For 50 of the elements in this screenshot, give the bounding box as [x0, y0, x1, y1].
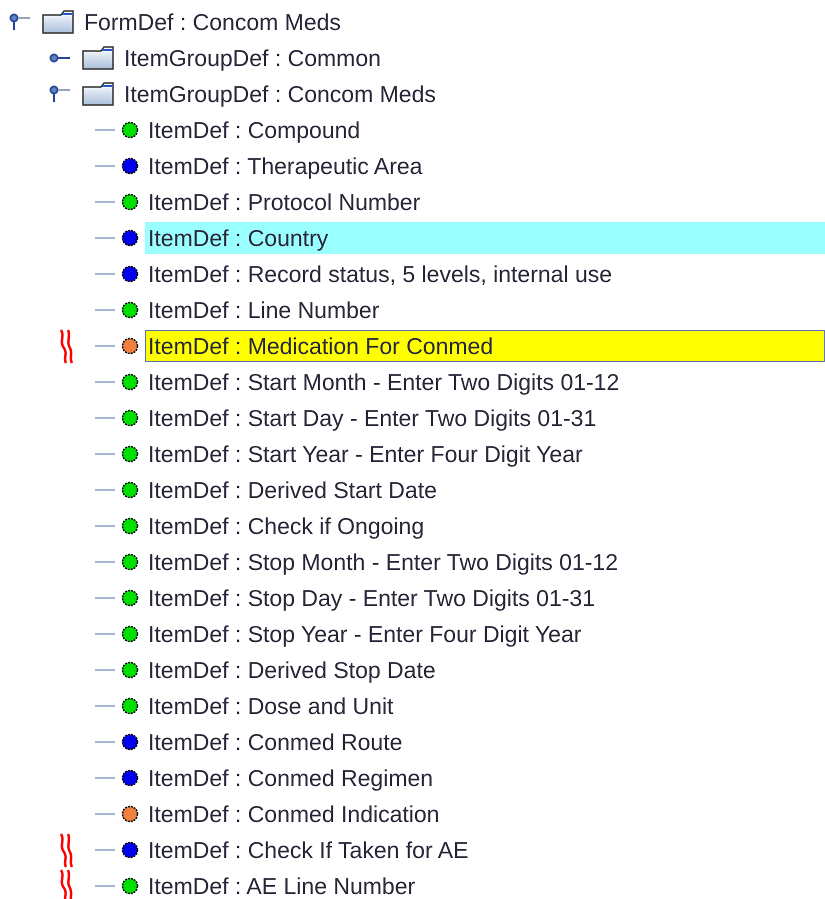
connector-line: [95, 596, 117, 600]
connector-line: [95, 848, 117, 852]
connector-line: [95, 560, 117, 564]
folder-icon: [82, 82, 114, 106]
connector-line: [95, 488, 117, 492]
tree-item-label[interactable]: ItemDef : Stop Month - Enter Two Digits 01-12: [145, 546, 825, 578]
connector-line: [95, 632, 117, 636]
connector-line: [95, 416, 117, 420]
connector-line: [95, 776, 117, 780]
tree-item-label[interactable]: ItemDef : Check if Ongoing: [145, 510, 825, 542]
folder-icon: [42, 10, 74, 34]
tree-item-label[interactable]: ItemDef : Compound: [145, 114, 825, 146]
tree-item-label[interactable]: ItemDef : AE Line Number: [145, 870, 825, 899]
tree-item-label[interactable]: ItemDef : Dose and Unit: [145, 690, 825, 722]
tree-item-label[interactable]: ItemDef : Conmed Route: [145, 726, 825, 758]
tree-item-label[interactable]: ItemDef : Country: [145, 222, 825, 254]
tree-item-label[interactable]: ItemDef : Derived Stop Date: [145, 654, 825, 686]
connector-line: [95, 524, 117, 528]
tree-item-label[interactable]: ItemDef : Start Day - Enter Two Digits 01-31: [145, 402, 825, 434]
tree-item-label[interactable]: ItemDef : Line Number: [145, 294, 825, 326]
connector-line: [95, 740, 117, 744]
tree-node-label[interactable]: FormDef : Concom Meds: [82, 7, 343, 37]
tree-item-label[interactable]: ItemDef : Start Year - Enter Four Digit Year: [145, 438, 825, 470]
folder-icon: [82, 46, 114, 70]
tree-node-label[interactable]: ItemGroupDef : Concom Meds: [122, 79, 438, 109]
tree-item-label[interactable]: ItemDef : Therapeutic Area: [145, 150, 825, 182]
connector-line: [95, 344, 117, 348]
tree-item-label[interactable]: ItemDef : Medication For Conmed: [145, 330, 825, 362]
tree-item-label[interactable]: ItemDef : Record status, 5 levels, internal use: [145, 258, 825, 290]
tree-item-label[interactable]: ItemDef : Protocol Number: [145, 186, 825, 218]
tree-item-label[interactable]: ItemDef : Stop Day - Enter Two Digits 01-31: [145, 582, 825, 614]
connector-line: [95, 308, 117, 312]
connector-line: [95, 704, 117, 708]
connector-line: [95, 668, 117, 672]
connector-line: [95, 452, 117, 456]
tree-item-label[interactable]: ItemDef : Check If Taken for AE: [145, 834, 825, 866]
tree-item-label[interactable]: ItemDef : Stop Year - Enter Four Digit Year: [145, 618, 825, 650]
connector-line: [95, 128, 117, 132]
connector-line: [95, 812, 117, 816]
connector-line: [95, 884, 117, 888]
tree-item-label[interactable]: ItemDef : Derived Start Date: [145, 474, 825, 506]
connector-line: [95, 236, 117, 240]
tree-item-label[interactable]: ItemDef : Conmed Indication: [145, 798, 825, 830]
connector-line: [95, 272, 117, 276]
connector-line: [95, 380, 117, 384]
tree-node-label[interactable]: ItemGroupDef : Common: [122, 43, 383, 73]
tree-item-label[interactable]: ItemDef : Conmed Regimen: [145, 762, 825, 794]
connector-line: [95, 200, 117, 204]
connector-line: [95, 164, 117, 168]
tree-item-label[interactable]: ItemDef : Start Month - Enter Two Digits 01-12: [145, 366, 825, 398]
